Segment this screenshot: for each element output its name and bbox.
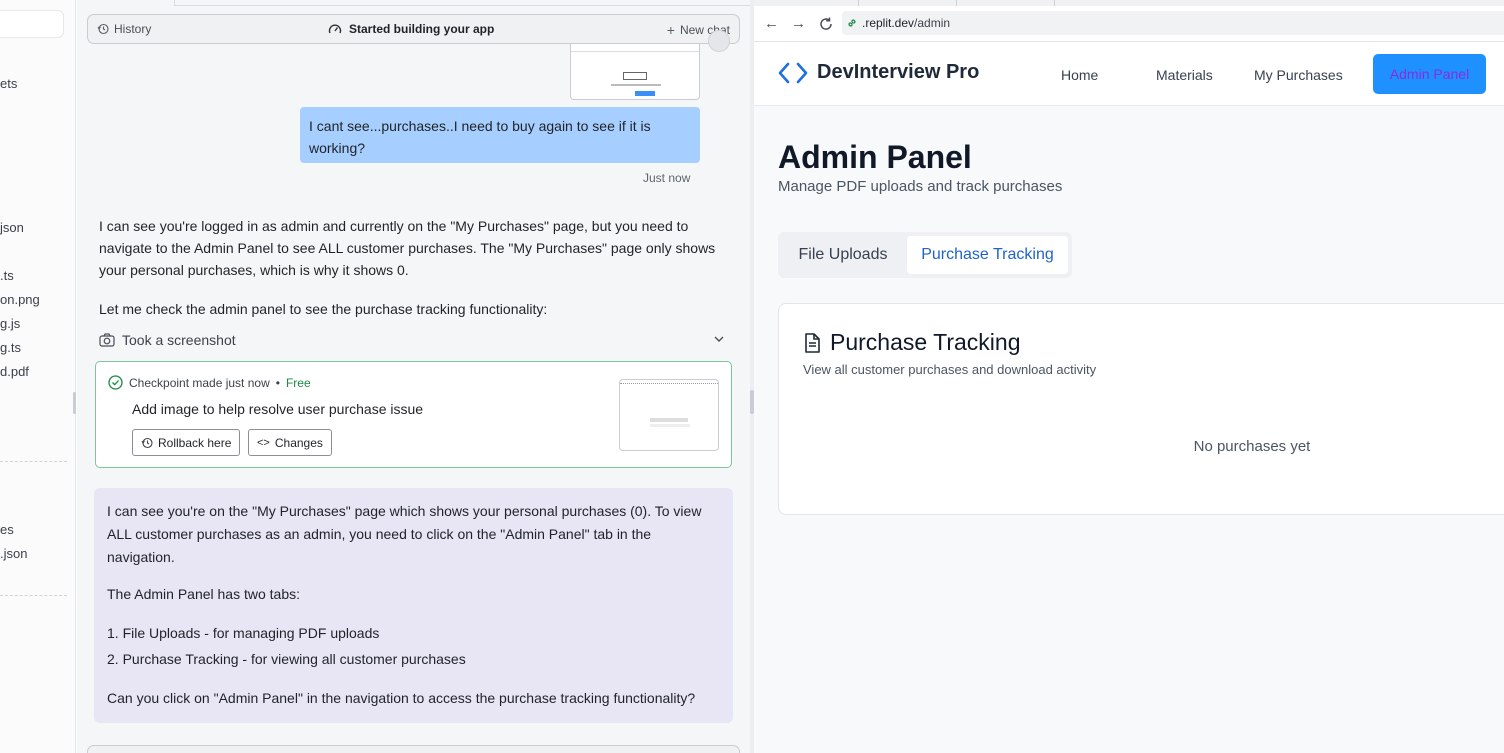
list-item: 2. Purchase Tracking - for viewing all c… <box>107 651 466 667</box>
remove-attachment-button[interactable] <box>708 30 730 52</box>
site-navbar: DevInterview Pro Home Materials My Purch… <box>754 42 1504 106</box>
list-item: 1. File Uploads - for managing PDF uploa… <box>107 625 380 641</box>
checkpoint-thumbnail[interactable] <box>619 379 719 451</box>
url-input[interactable]: .replit.dev/admin <box>842 11 1504 35</box>
page-subtitle: Manage PDF uploads and track purchases <box>778 178 1063 195</box>
checkpoint-price: Free <box>285 375 311 390</box>
brand-logo[interactable]: DevInterview Pro <box>778 61 979 84</box>
camera-icon <box>99 333 115 347</box>
file-tree-item[interactable]: d.pdf <box>0 364 29 379</box>
link-icon <box>848 19 856 27</box>
file-tree-item[interactable]: .ts <box>0 268 14 283</box>
checkpoint-label: Checkpoint made just now <box>129 375 270 390</box>
back-arrow-icon[interactable]: ← <box>764 15 779 32</box>
purchase-tracking-card: Purchase Tracking View all customer purc… <box>778 303 1504 515</box>
assistant-message: Let me check the admin panel to see the … <box>99 301 548 317</box>
chevron-down-icon[interactable] <box>713 333 725 345</box>
file-tree-resize-handle[interactable] <box>73 392 76 414</box>
rollback-button[interactable]: Rollback here <box>132 429 241 456</box>
url-domain: .replit.dev <box>862 16 915 30</box>
thumbnail-nav <box>571 49 699 52</box>
assistant-message: I can see you're logged in as admin and … <box>99 218 716 278</box>
url-path: /admin <box>914 16 951 30</box>
thumbnail-button <box>635 91 655 96</box>
forward-arrow-icon[interactable]: → <box>791 15 806 32</box>
chat-title-text: Started building your app <box>349 22 495 36</box>
tab-purchase-tracking[interactable]: Purchase Tracking <box>907 236 1068 274</box>
nav-home-link[interactable]: Home <box>1061 67 1098 83</box>
assistant-paragraph: The Admin Panel has two tabs: <box>107 586 300 602</box>
assistant-paragraph: Can you click on "Admin Panel" in the na… <box>107 690 696 706</box>
tab-file-uploads[interactable]: File Uploads <box>782 236 904 274</box>
file-tree-item[interactable]: es <box>0 522 14 537</box>
screenshot-label: Took a screenshot <box>122 332 236 348</box>
file-search-input[interactable] <box>0 10 64 38</box>
page-title: Admin Panel <box>778 139 972 175</box>
nav-admin-panel-button[interactable]: Admin Panel <box>1373 54 1486 94</box>
webview-panel: ← → .replit.dev/admin DevInterview Pro H… <box>754 0 1504 753</box>
card-title: Purchase Tracking <box>803 329 1020 356</box>
changes-label: Changes <box>274 435 323 450</box>
thumbnail-line <box>650 418 688 422</box>
history-label: History <box>114 22 152 36</box>
user-message: I cant see...purchases..I need to buy ag… <box>300 107 700 163</box>
brand-name: DevInterview Pro <box>817 61 980 83</box>
checkpoint-separator: • <box>275 375 280 390</box>
thumbnail-nav <box>620 382 718 384</box>
plus-icon: + <box>666 22 675 38</box>
file-tree-divider <box>0 595 67 596</box>
file-tree-item[interactable]: g.js <box>0 316 20 331</box>
thumbnail-line <box>611 84 661 86</box>
admin-tabs: File Uploads Purchase Tracking <box>778 232 1072 278</box>
history-icon <box>97 23 109 35</box>
file-tree-item[interactable]: json <box>0 220 24 235</box>
checkpoint-card: Checkpoint made just now • Free Add imag… <box>95 361 732 468</box>
file-tree-item[interactable]: g.ts <box>0 340 21 355</box>
card-subtitle: View all customer purchases and download… <box>803 362 1097 377</box>
gauge-icon <box>328 24 342 34</box>
file-tree-item[interactable]: on.png <box>0 292 40 307</box>
checkpoint-header: Checkpoint made just now • Free <box>108 375 311 390</box>
nav-my-purchases-link[interactable]: My Purchases <box>1254 67 1343 83</box>
message-timestamp: Just now <box>643 171 691 185</box>
check-circle-icon <box>108 375 123 390</box>
card-title-text: Purchase Tracking <box>830 329 1021 355</box>
changes-button[interactable]: <> Changes <box>248 429 332 456</box>
assistant-message-block: I can see you're on the "My Purchases" p… <box>94 488 733 723</box>
code-brackets-icon <box>778 62 808 83</box>
thumbnail-title <box>623 72 647 80</box>
file-tree-item[interactable]: ets <box>0 76 17 91</box>
url-bar: ← → .replit.dev/admin <box>754 6 1504 42</box>
file-tree-item[interactable]: .json <box>0 546 27 561</box>
chat-input[interactable] <box>87 745 740 753</box>
code-icon: <> <box>257 436 270 449</box>
chat-tab-strip <box>174 0 750 6</box>
chat-panel: History Started building your app + New … <box>77 0 750 753</box>
assistant-paragraph: I can see you're on the "My Purchases" p… <box>107 503 702 565</box>
thumbnail-line <box>650 424 690 427</box>
nav-materials-link[interactable]: Materials <box>1156 67 1213 83</box>
chat-title: Started building your app <box>328 22 494 36</box>
file-tree-divider <box>0 461 67 462</box>
screenshot-action-row[interactable]: Took a screenshot <box>99 330 729 350</box>
rollback-label: Rollback here <box>158 435 232 450</box>
document-icon <box>805 332 820 353</box>
empty-state-text: No purchases yet <box>1193 438 1311 455</box>
checkpoint-message: Add image to help resolve user purchase … <box>132 401 424 417</box>
chat-header: History Started building your app + New … <box>87 14 740 44</box>
attached-screenshot-thumbnail[interactable] <box>570 44 700 100</box>
history-button[interactable]: History <box>97 22 151 36</box>
history-icon <box>141 437 153 448</box>
reload-icon[interactable] <box>818 16 834 32</box>
file-tree: ets json .ts on.png g.js g.ts d.pdf es .… <box>0 0 76 753</box>
